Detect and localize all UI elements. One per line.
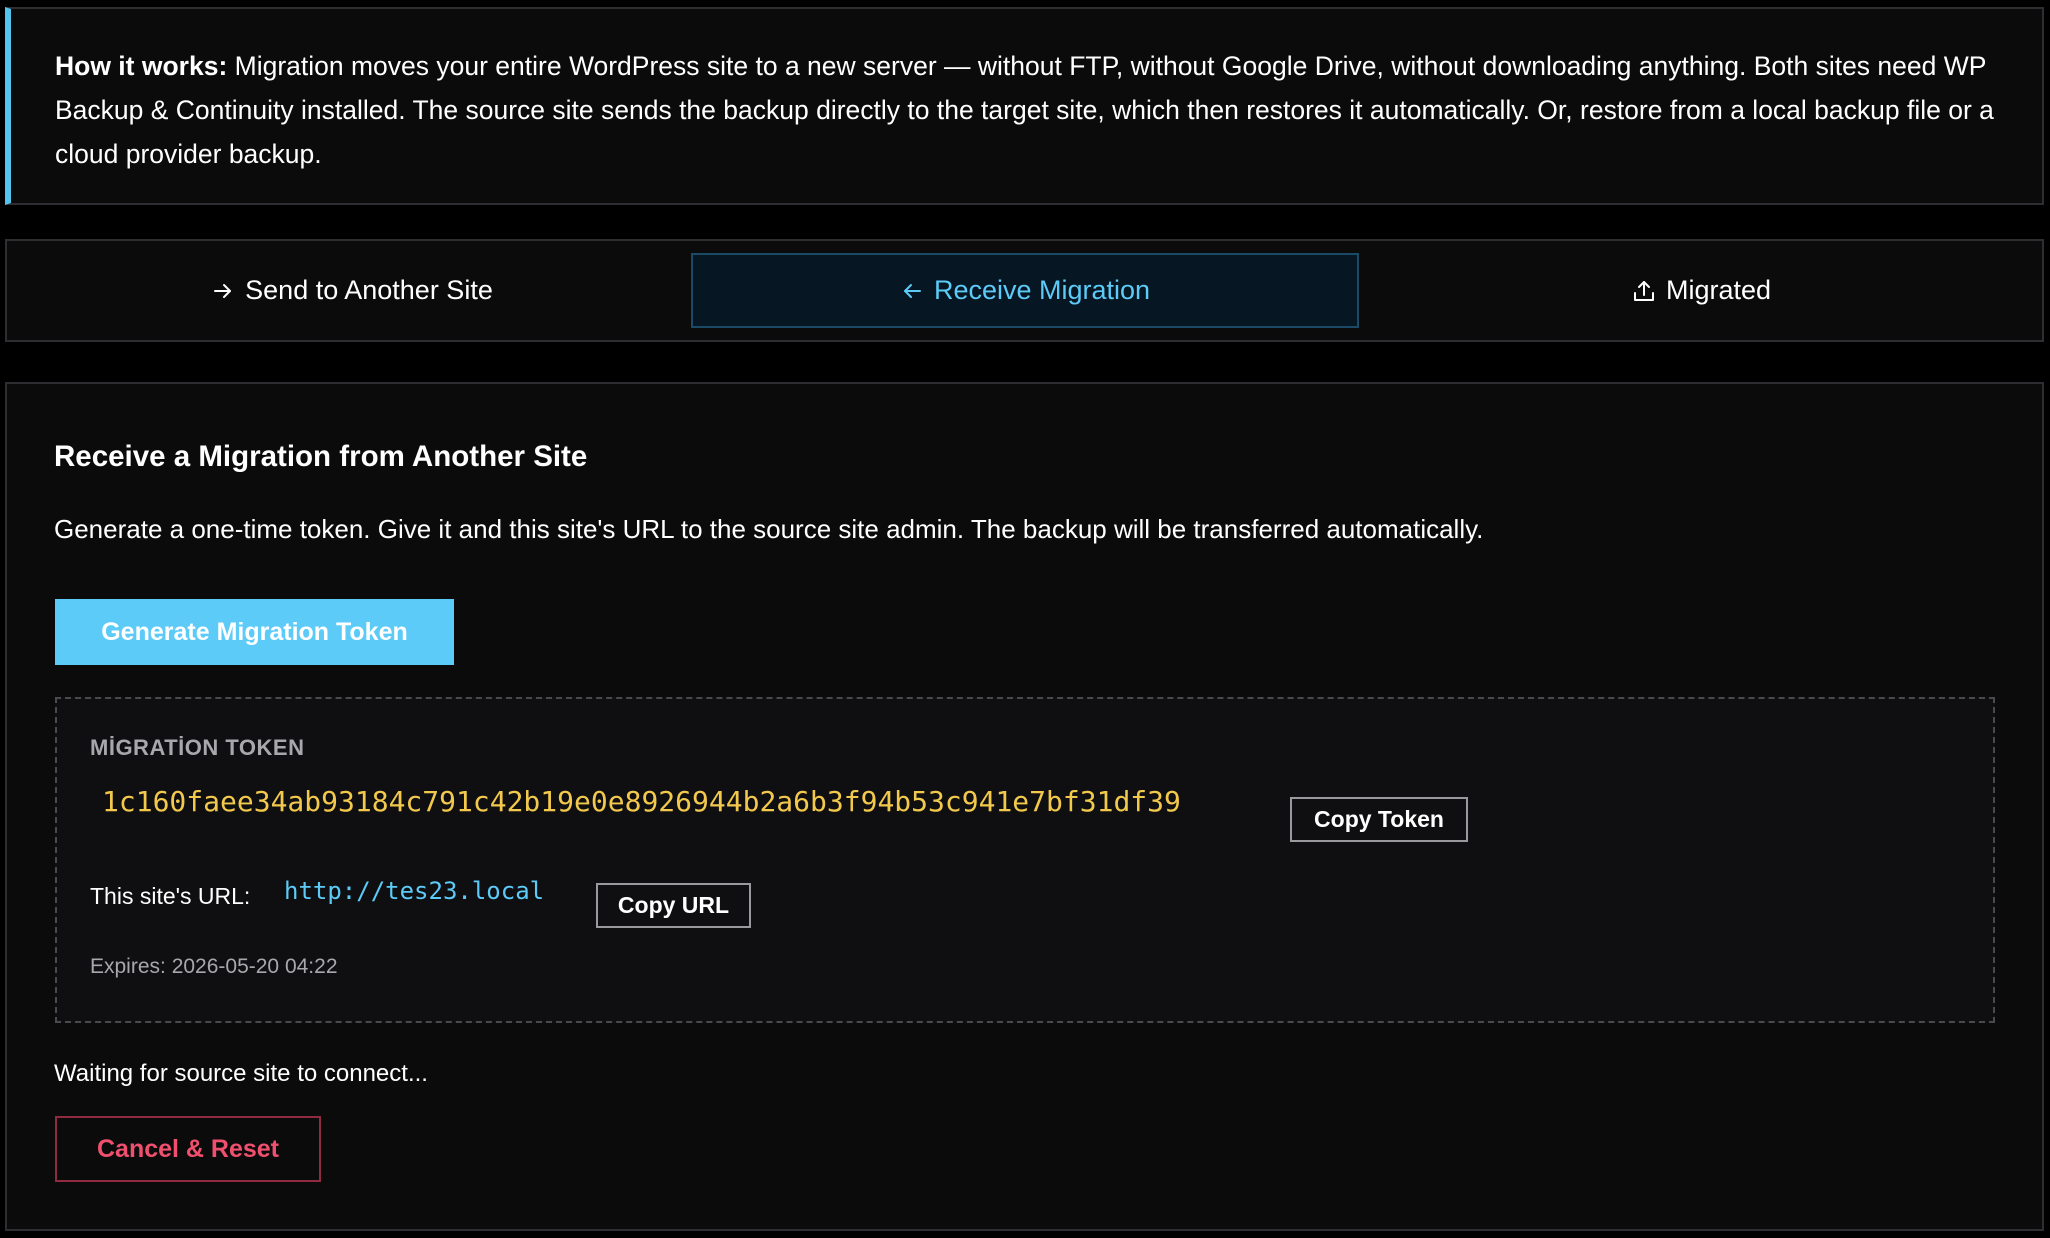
how-it-works-lead: How it works: [55, 51, 228, 81]
panel-description: Generate a one-time token. Give it and t… [54, 514, 1484, 544]
tab-receive-migration[interactable]: Receive Migration [691, 253, 1359, 328]
copy-url-button[interactable]: Copy URL [596, 883, 751, 928]
token-expires: Expires: 2026-05-20 04:22 [90, 955, 338, 978]
how-it-works-body: Migration moves your entire WordPress si… [55, 51, 1994, 169]
token-value: 1c160faee34ab93184c791c42b19e0e8926944b2… [102, 785, 1181, 818]
generate-token-button[interactable]: Generate Migration Token [55, 599, 454, 665]
waiting-status: Waiting for source site to connect... [54, 1060, 428, 1087]
tab-receive-label: Receive Migration [933, 275, 1151, 305]
tab-migrated-label: Migrated [1665, 275, 1772, 305]
receive-migration-panel: Receive a Migration from Another Site Ge… [5, 382, 2044, 1231]
tab-send-to-another-site[interactable]: Send to Another Site [7, 253, 697, 328]
upload-icon [1632, 277, 1656, 305]
arrow-left-icon [900, 277, 924, 305]
site-url-value: http://tes23.local [284, 877, 545, 905]
arrow-right-icon [211, 277, 235, 305]
tab-migrated[interactable]: Migrated [1359, 253, 2044, 328]
panel-title: Receive a Migration from Another Site [54, 440, 588, 473]
site-url-label: This site's URL: [90, 883, 251, 909]
tab-send-label: Send to Another Site [245, 275, 493, 305]
how-it-works-notice: How it works: Migration moves your entir… [5, 7, 2044, 205]
how-it-works-text: How it works: Migration moves your entir… [55, 44, 1998, 176]
copy-token-button[interactable]: Copy Token [1290, 797, 1468, 842]
token-label: MİGRATİON TOKEN [90, 735, 305, 760]
migration-tabs: Send to Another Site Receive Migration M… [5, 239, 2044, 342]
token-box: MİGRATİON TOKEN 1c160faee34ab93184c791c4… [55, 697, 1995, 1023]
cancel-reset-button[interactable]: Cancel & Reset [55, 1116, 321, 1182]
